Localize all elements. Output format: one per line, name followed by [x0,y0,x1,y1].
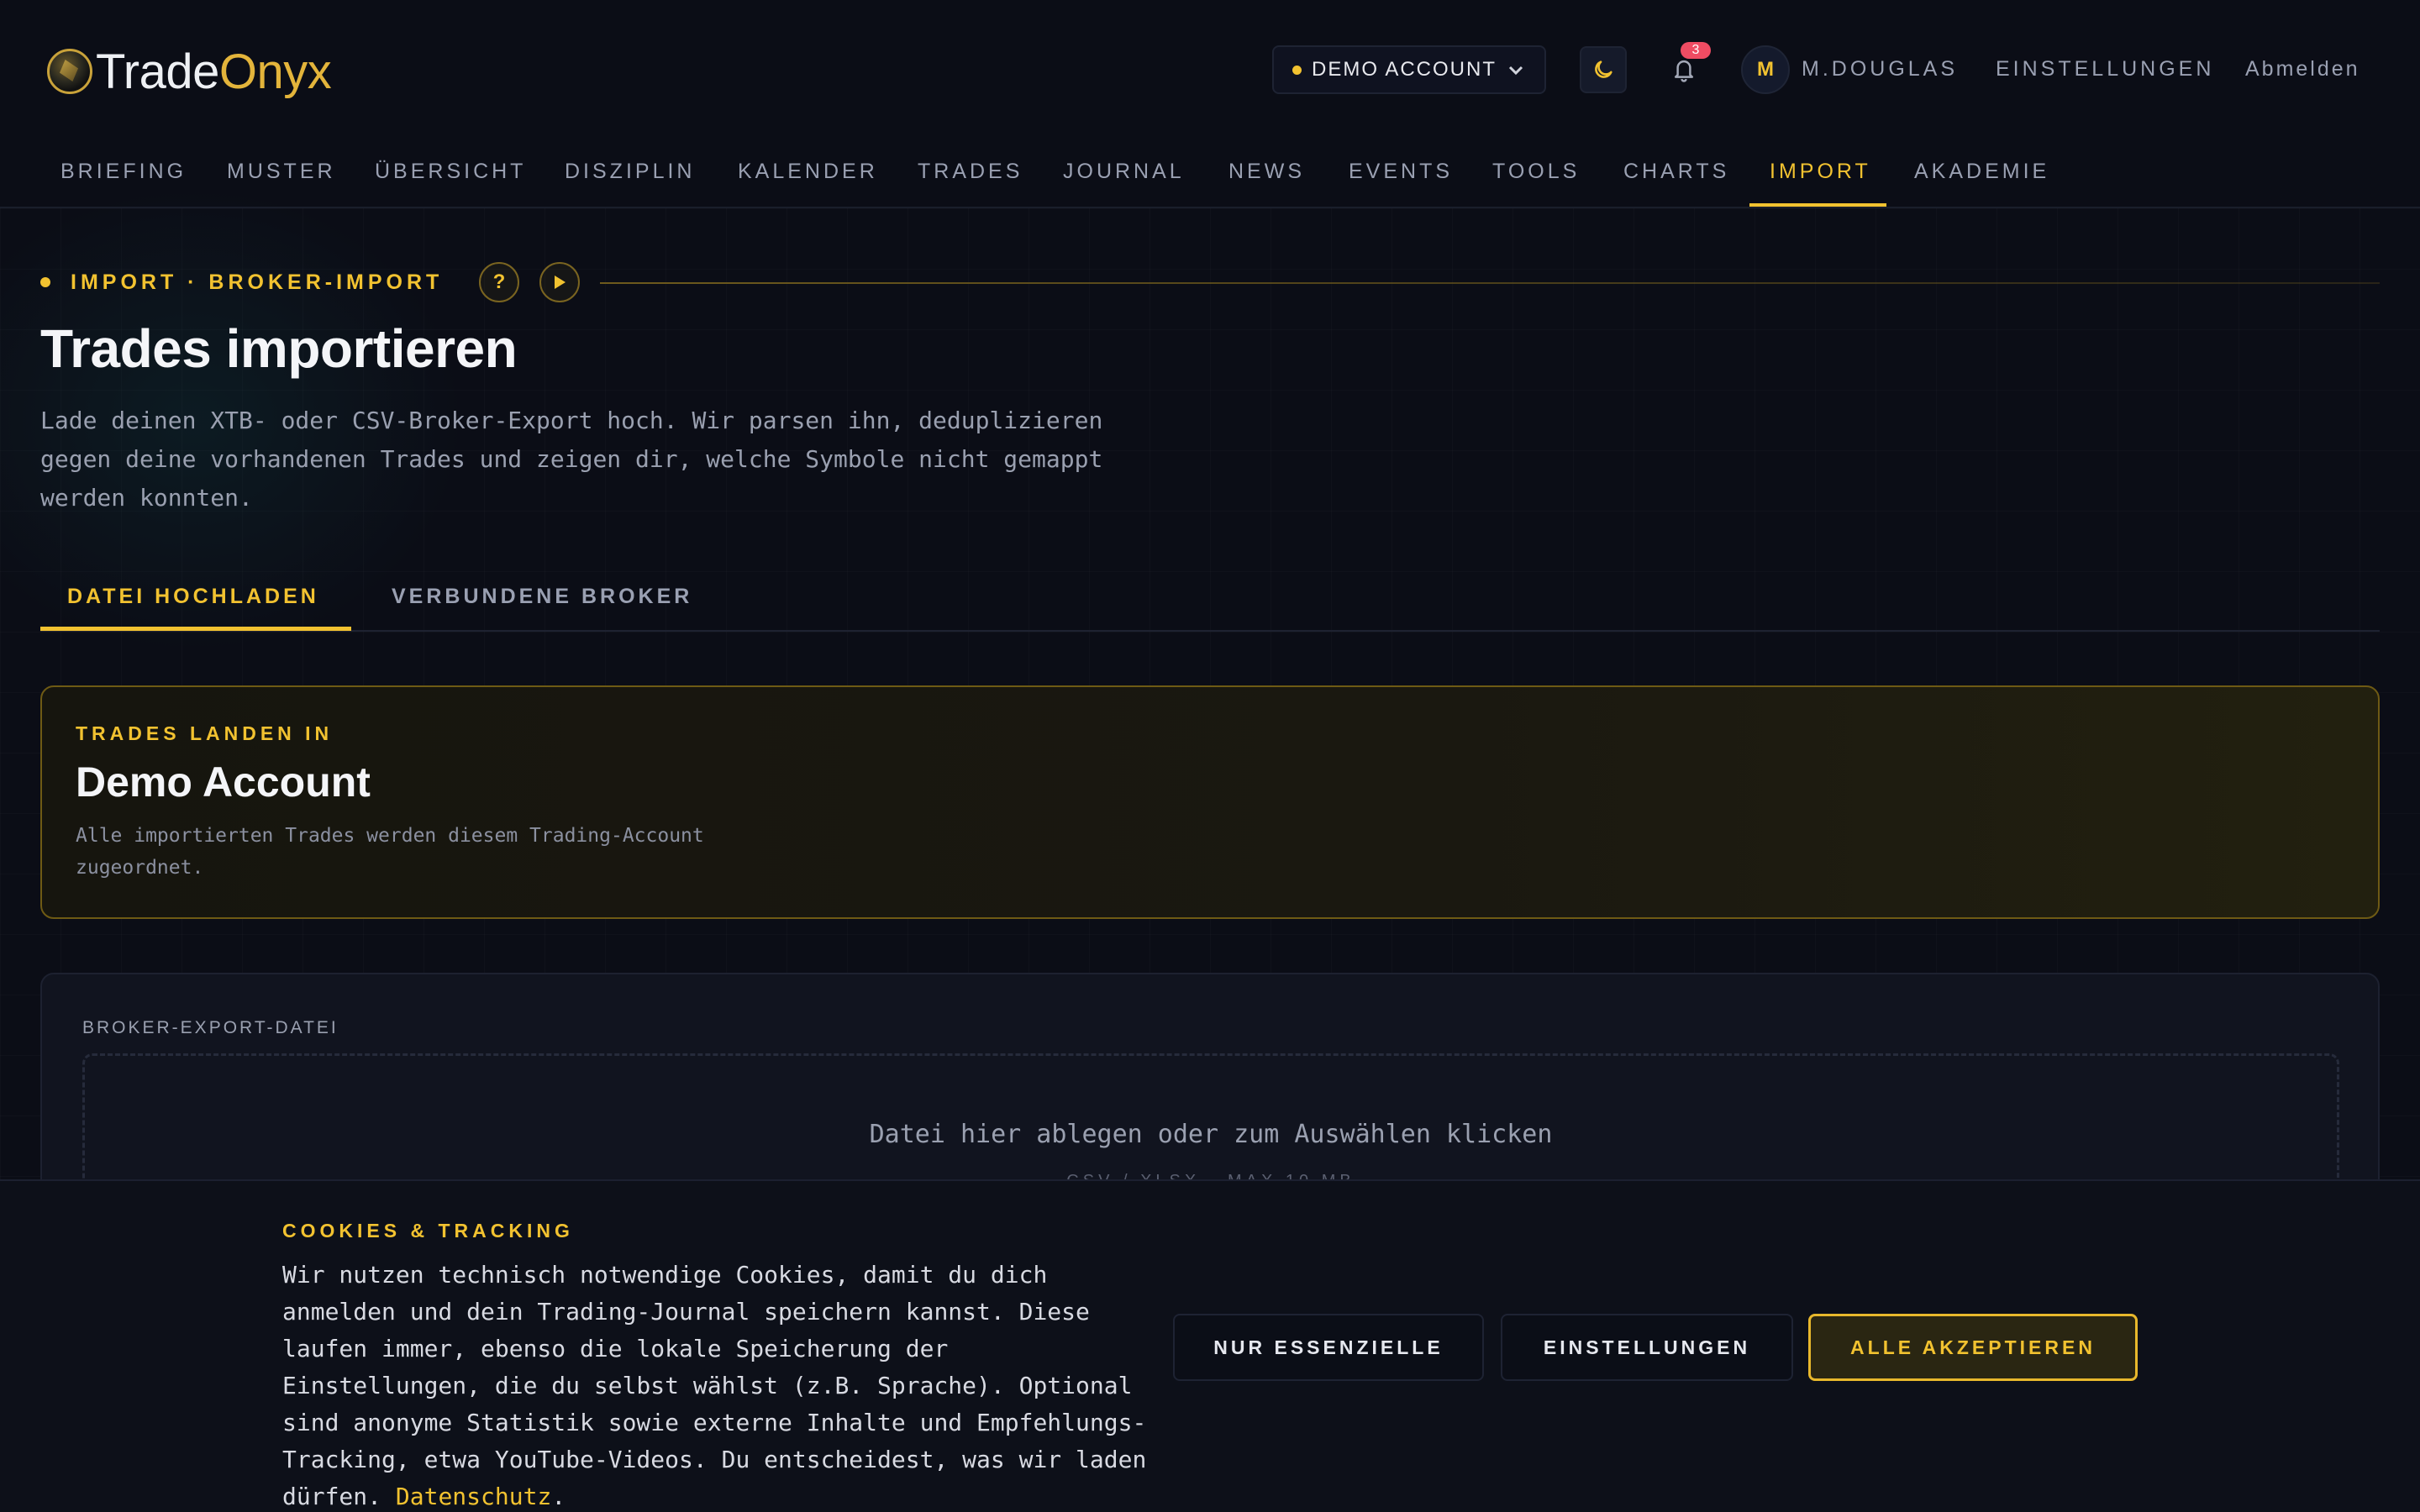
tab-bar: DATEI HOCHLADEN VERBUNDENE BROKER [40,568,2380,632]
cookie-settings-button[interactable]: EINSTELLUNGEN [1501,1314,1793,1381]
nav-item-news[interactable]: NEWS [1228,160,1305,184]
help-icon: ? [492,270,506,293]
target-account-label: TRADES LANDEN IN [76,722,334,744]
logo-icon [47,49,92,94]
nav-item-charts[interactable]: CHARTS [1623,160,1729,184]
essential-only-button[interactable]: NUR ESSENZIELLE [1173,1314,1484,1381]
avatar[interactable]: M [1741,45,1790,94]
settings-link[interactable]: EINSTELLUNGEN [1996,57,2214,81]
account-status-dot [1292,65,1302,75]
nav-item-import[interactable]: IMPORT [1770,160,1871,184]
brand-name-part1: Trade [96,44,219,99]
nav-item-kalender[interactable]: KALENDER [738,160,878,184]
cookie-body: Wir nutzen technisch notwendige Cookies,… [282,1261,1147,1510]
nav-item-journal[interactable]: JOURNAL [1063,160,1185,184]
user-name-link[interactable]: M.DOUGLAS [1802,57,1958,81]
target-account-card: TRADES LANDEN IN Demo Account Alle impor… [40,685,2380,919]
nav-active-indicator [1749,203,1886,207]
nav-item-disziplin[interactable]: DISZIPLIN [565,160,695,184]
tab-verbundene-broker[interactable]: VERBUNDENE BROKER [392,585,692,609]
tab-datei-hochladen[interactable]: DATEI HOCHLADEN [67,585,319,609]
nav-item-events[interactable]: EVENTS [1349,160,1453,184]
nav-item-uebersicht[interactable]: ÜBERSICHT [375,160,526,184]
logout-link[interactable]: Abmelden [2245,57,2360,81]
target-account-note: Alle importierten Trades werden diesem T… [76,825,704,879]
nav-item-akademie[interactable]: AKADEMIE [1914,160,2049,184]
brand-name: TradeOnyx [96,44,332,100]
cookie-title: COOKIES & TRACKING [282,1220,574,1242]
tab-active-indicator [40,627,351,631]
account-switcher-label: DEMO ACCOUNT [1312,58,1497,81]
breadcrumb: IMPORT · BROKER-IMPORT [40,267,443,297]
privacy-link[interactable]: Datenschutz [396,1483,551,1510]
cookie-banner: COOKIES & TRACKING Wir nutzen technisch … [0,1179,2420,1512]
theme-toggle-button[interactable] [1580,46,1627,93]
bell-icon [1674,60,1694,82]
eyebrow-dot [40,277,50,287]
play-icon [555,276,566,289]
cookie-text: Wir nutzen technisch notwendige Cookies,… [282,1257,1156,1512]
nav-item-tools[interactable]: TOOLS [1492,160,1580,184]
chevron-down-icon [1508,59,1523,81]
main-nav: BRIEFING MUSTER ÜBERSICHT DISZIPLIN KALE… [0,139,2420,208]
upload-field-label: BROKER-EXPORT-DATEI [82,1018,339,1037]
page-title: Trades importieren [40,318,518,379]
account-switcher[interactable]: DEMO ACCOUNT [1272,45,1546,94]
breadcrumb-text: IMPORT · BROKER-IMPORT [71,270,444,294]
eyebrow-divider [600,282,2380,284]
notification-count-badge: 3 [1681,42,1711,59]
brand-logo[interactable]: TradeOnyx [47,42,332,101]
moon-icon [1595,60,1612,78]
brand-name-part2: Onyx [218,44,332,99]
dropzone-text: Datei hier ablegen oder zum Auswählen kl… [869,1120,1553,1149]
nav-item-muster[interactable]: MUSTER [227,160,336,184]
accept-all-button[interactable]: ALLE AKZEPTIEREN [1808,1314,2138,1381]
nav-item-trades[interactable]: TRADES [918,160,1023,184]
nav-item-briefing[interactable]: BRIEFING [60,160,187,184]
target-account-name: Demo Account [76,759,371,806]
page-description: Lade deinen XTB- oder CSV-Broker-Export … [40,407,1103,512]
cookie-period: . [551,1483,566,1510]
top-header: TradeOnyx DEMO ACCOUNT 3 M M.DOUGLAS EIN… [0,0,2420,139]
play-tutorial-button[interactable] [539,262,580,302]
help-button[interactable]: ? [479,262,519,302]
